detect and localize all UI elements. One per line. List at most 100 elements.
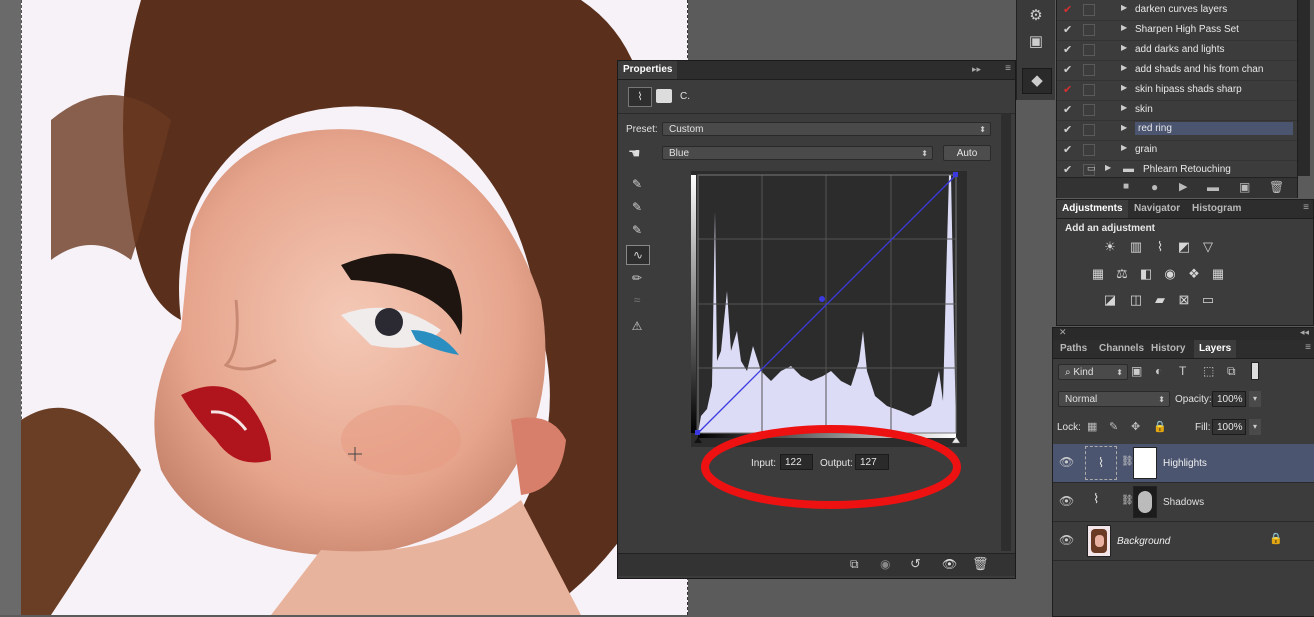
photo-filter-icon[interactable]: ◉ (1161, 266, 1179, 282)
expand-triangle-icon[interactable]: ▶ (1121, 83, 1127, 92)
action-row[interactable]: ✔ ▶ Sharpen High Pass Set (1057, 20, 1297, 41)
lock-pixels-brush-icon[interactable]: ✎ (1109, 420, 1118, 433)
action-row[interactable]: ✔ ▶ grain (1057, 140, 1297, 161)
expand-triangle-icon[interactable]: ▶ (1121, 23, 1127, 32)
filter-toggle[interactable] (1251, 362, 1259, 380)
preset-dropdown[interactable]: Custom ⬍ (662, 122, 991, 136)
check-icon[interactable]: ✔ (1063, 43, 1075, 56)
expand-triangle-icon[interactable]: ▶ (1121, 3, 1127, 12)
curves-adjustment-icon[interactable]: ⌇ (628, 87, 652, 107)
gradient-map-icon[interactable]: ▭ (1199, 292, 1217, 308)
reset-icon[interactable]: ↺ (910, 556, 921, 572)
chain-link-icon[interactable]: ⛓ (1121, 456, 1134, 467)
layer-mask-thumb[interactable] (1133, 486, 1157, 518)
visibility-eye-icon[interactable]: 👁 (1059, 494, 1074, 508)
hue-saturation-icon[interactable]: ▦ (1089, 266, 1107, 282)
tab-adjustments[interactable]: Adjustments (1057, 200, 1128, 218)
panel-menu-icon[interactable]: ≡ (1305, 342, 1311, 353)
dialog-toggle-box[interactable] (1083, 84, 1095, 96)
actions-scrollbar[interactable] (1298, 0, 1310, 176)
tab-histogram[interactable]: Histogram (1187, 200, 1246, 218)
channel-mixer-icon[interactable]: ❖ (1185, 266, 1203, 282)
dialog-toggle-box[interactable] (1083, 44, 1095, 56)
layer-name[interactable]: Highlights (1163, 458, 1207, 469)
invert-icon[interactable]: ◪ (1101, 292, 1119, 308)
layer-mask-thumb[interactable] (1133, 447, 1157, 479)
new-set-folder-icon[interactable]: ▬ (1207, 180, 1219, 194)
fill-field[interactable]: 100% (1212, 419, 1246, 435)
gray-point-eyedropper-icon[interactable]: ✎ (626, 198, 648, 216)
curve-point-tool-icon[interactable]: ∿ (626, 245, 650, 265)
layer-row-shadows[interactable]: 👁 ⌇ ⛓ Shadows (1053, 483, 1314, 522)
curves-adjustment-thumb-icon[interactable]: ⌇ (1093, 491, 1099, 507)
visibility-eye-icon[interactable]: 👁 (1059, 455, 1074, 469)
channel-dropdown[interactable]: Blue ⬍ (662, 146, 933, 160)
clip-to-layer-icon[interactable]: ⧉ (850, 557, 859, 572)
lock-transparent-icon[interactable]: ▦ (1087, 420, 1097, 433)
stop-icon[interactable]: ■ (1123, 181, 1129, 192)
visibility-eye-icon[interactable]: 👁 (1059, 533, 1074, 547)
expand-triangle-icon[interactable]: ▶ (1121, 143, 1127, 152)
check-icon[interactable]: ✔ (1063, 3, 1075, 16)
view-previous-state-icon[interactable]: ◉ (880, 557, 890, 571)
record-icon[interactable]: ● (1151, 180, 1158, 194)
targeted-adjustment-hand-icon[interactable]: ☚ (628, 145, 641, 162)
adjustment-layer-filter-icon[interactable]: ◐ (1155, 364, 1162, 378)
shape-layer-filter-icon[interactable]: ⬚ (1203, 364, 1214, 378)
black-white-icon[interactable]: ◧ (1137, 266, 1155, 282)
check-icon[interactable]: ✔ (1063, 63, 1075, 76)
check-icon[interactable]: ✔ (1063, 163, 1075, 176)
layer-row-highlights[interactable]: 👁 ⌇ ⛓ Highlights (1053, 444, 1314, 483)
opacity-field[interactable]: 100% (1212, 391, 1246, 407)
curves-adjustment-thumb-icon[interactable]: ⌇ (1085, 446, 1117, 480)
collapse-icon[interactable]: ◂◂ (1300, 327, 1309, 338)
set-dialog-icon[interactable]: ▭ (1087, 163, 1096, 174)
action-row[interactable]: ✔ ▶ skin (1057, 100, 1297, 121)
check-icon[interactable]: ✔ (1063, 103, 1075, 116)
trash-icon[interactable]: 🗑 (972, 556, 989, 572)
expand-triangle-icon[interactable]: ▶ (1121, 123, 1127, 132)
action-row[interactable]: ✔ ▶ darken curves layers (1057, 0, 1297, 21)
check-icon[interactable]: ✔ (1063, 123, 1075, 136)
lock-position-icon[interactable]: ✥ (1131, 420, 1140, 433)
dialog-toggle-box[interactable] (1083, 104, 1095, 116)
layer-row-background[interactable]: 👁 Background 🔒 (1053, 522, 1314, 561)
posterize-icon[interactable]: ◫ (1127, 292, 1145, 308)
dialog-toggle-box[interactable] (1083, 4, 1095, 16)
fill-dropdown-arrow[interactable]: ▾ (1249, 419, 1261, 435)
pencil-draw-icon[interactable]: ✏ (626, 269, 648, 287)
trash-icon[interactable]: 🗑 (1269, 180, 1284, 194)
check-icon[interactable]: ✔ (1063, 143, 1075, 156)
brightness-contrast-icon[interactable]: ☀ (1101, 239, 1119, 255)
dialog-toggle-box[interactable] (1083, 24, 1095, 36)
action-row[interactable]: ✔ ▶ red ring (1057, 120, 1297, 141)
check-icon[interactable]: ✔ (1063, 23, 1075, 36)
expand-triangle-icon[interactable]: ▶ (1121, 103, 1127, 112)
document-canvas[interactable] (0, 0, 688, 615)
exposure-icon[interactable]: ◩ (1175, 239, 1193, 255)
expand-triangle-icon[interactable]: ▶ (1121, 43, 1127, 52)
close-icon[interactable]: ✕ (1059, 327, 1067, 338)
tab-channels[interactable]: Channels (1094, 340, 1149, 358)
lock-all-icon[interactable]: 🔒 (1153, 420, 1167, 433)
visibility-eye-icon[interactable]: 👁 (942, 557, 957, 571)
blend-mode-dropdown[interactable]: Normal ⬍ (1058, 391, 1170, 407)
layer-mask-icon[interactable] (656, 89, 672, 103)
play-icon[interactable]: ▶ (1179, 180, 1187, 193)
action-row[interactable]: ✔ ▶ add shads and his from chan (1057, 60, 1297, 81)
black-point-eyedropper-icon[interactable]: ✎ (626, 175, 648, 193)
color-balance-icon[interactable]: ⚖ (1113, 266, 1131, 282)
check-icon[interactable]: ✔ (1063, 83, 1075, 96)
layer-name[interactable]: Shadows (1163, 497, 1204, 508)
3d-panel-icon[interactable]: ◆ (1022, 68, 1052, 94)
tab-layers[interactable]: Layers (1194, 340, 1237, 358)
dialog-toggle-box[interactable] (1083, 144, 1095, 156)
action-row[interactable]: ✔ ▶ skin hipass shads sharp (1057, 80, 1297, 101)
color-lookup-icon[interactable]: ▦ (1209, 266, 1227, 282)
brush-settings-icon[interactable]: ⚙ (1022, 4, 1050, 28)
expand-triangle-icon[interactable]: ▶ (1121, 63, 1127, 72)
panel-menu-icon[interactable]: ≡ (1005, 63, 1011, 74)
dialog-toggle-box[interactable] (1083, 124, 1095, 136)
properties-scrollbar[interactable] (1001, 113, 1011, 551)
panel-menu-icon[interactable]: ≡ (1303, 202, 1309, 213)
